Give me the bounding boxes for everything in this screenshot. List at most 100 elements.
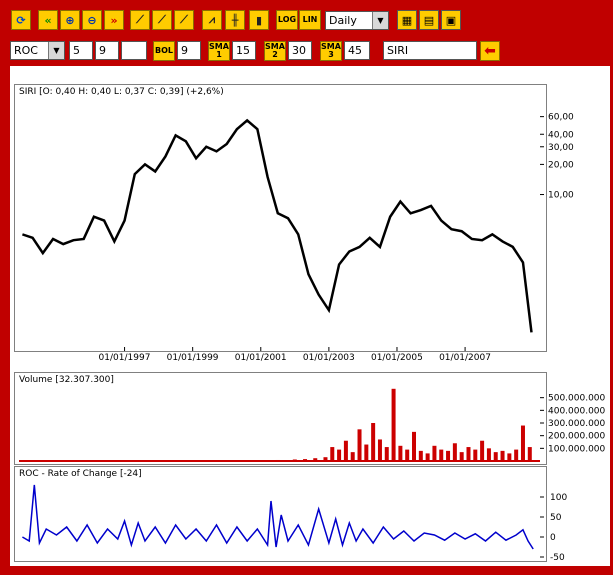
sma-2-period-field[interactable]: 30: [288, 41, 312, 60]
volume-bar: [343, 440, 348, 461]
indicator-select[interactable]: ROC ▼: [10, 41, 65, 60]
roc-series-line: [22, 484, 534, 550]
bar-chart-icon[interactable]: ╫: [225, 10, 245, 30]
layout-icon[interactable]: ▣: [441, 10, 461, 30]
line-chart-icon[interactable]: ⩘: [202, 10, 222, 30]
period-select[interactable]: Daily ▼: [325, 11, 389, 30]
zoom-in-icon[interactable]: ⊕: [60, 10, 80, 30]
volume-bar: [412, 431, 417, 461]
bollinger-button[interactable]: BOL: [153, 41, 175, 61]
main-toolbar: ⟳ « ⊕ ⊖ » ⟋ ⟋ ⟋ ⩘ ╫ ▮ LOG LIN Daily ▼ ▦ …: [0, 0, 613, 36]
volume-bar: [480, 440, 485, 461]
volume-bar: [364, 444, 369, 461]
price-title: SIRI [O: 0,40 H: 0,40 L: 0,37 C: 0,39] (…: [19, 87, 224, 97]
list-icon[interactable]: ▤: [419, 10, 439, 30]
line-draw-icon[interactable]: ⟋: [174, 10, 194, 30]
indicator-param-1[interactable]: 5: [69, 41, 93, 60]
trendline-icon[interactable]: ⟋: [130, 10, 150, 30]
fan-lines-icon[interactable]: ⟋: [152, 10, 172, 30]
volume-chart: 500.000.000 400.000.000 300.000.000 200.000…: [19, 388, 606, 462]
y-tick-label: 200.000.000: [548, 432, 606, 442]
volume-bar: [507, 453, 512, 461]
roc-panel: 100 50 0 -50 ROC - Rate of Change [-24]: [14, 466, 567, 563]
y-tick-label: 500.000.000: [548, 394, 606, 404]
sma-3-button[interactable]: SMA 3: [320, 41, 342, 61]
x-tick-label: 01/01/2007: [439, 353, 491, 363]
y-tick-label: -50: [550, 553, 565, 563]
scroll-left-icon[interactable]: «: [38, 10, 58, 30]
sma-2-number: 2: [272, 50, 278, 59]
symbol-input[interactable]: SIRI: [383, 41, 477, 60]
y-tick-label: 0: [550, 533, 556, 543]
volume-bar: [391, 388, 396, 461]
go-arrow-icon[interactable]: ⬅: [480, 41, 500, 61]
roc-chart: 100 50 0 -50: [22, 484, 567, 563]
indicator-param-3[interactable]: [121, 41, 147, 60]
volume-bar: [330, 447, 335, 461]
volume-bar: [432, 445, 437, 461]
volume-bar: [466, 447, 471, 461]
y-tick-label: 50: [550, 513, 562, 523]
volume-bar: [486, 448, 491, 461]
y-tick-label: 300.000.000: [548, 419, 606, 429]
candlestick-icon[interactable]: ▮: [249, 10, 269, 30]
period-value: Daily: [329, 14, 357, 27]
sma-3-number: 3: [328, 50, 334, 59]
y-tick-label: 400.000.000: [548, 406, 606, 416]
refresh-icon[interactable]: ⟳: [11, 10, 31, 30]
x-tick-label: 01/01/2003: [303, 353, 355, 363]
volume-bar: [514, 449, 519, 461]
volume-bar: [500, 450, 505, 461]
volume-bar: [452, 443, 457, 461]
chart-area: 60,00 40,00 30,00 20,00 10,00 01/01/1997 01/01…: [10, 66, 610, 566]
indicator-param-2[interactable]: 9: [95, 41, 119, 60]
volume-bar: [350, 452, 355, 461]
sma-1-period-field[interactable]: 15: [232, 41, 256, 60]
volume-panel: 500.000.000 400.000.000 300.000.000 200.000…: [14, 372, 606, 465]
volume-bar: [384, 447, 389, 461]
x-tick-label: 01/01/1997: [99, 353, 151, 363]
indicator-value: ROC: [14, 44, 38, 57]
volume-bar: [520, 425, 525, 461]
volume-bar: [377, 439, 382, 461]
zoom-out-icon[interactable]: ⊖: [82, 10, 102, 30]
price-series-line: [22, 118, 533, 333]
volume-bar: [371, 423, 376, 461]
sma-2-button[interactable]: SMA 2: [264, 41, 286, 61]
volume-bar: [418, 450, 423, 461]
indicator-toolbar: ROC ▼ 5 9 BOL 9 SMA 1 15 SMA 2 30 SMA 3 …: [0, 36, 613, 64]
y-tick-label: 100: [550, 493, 567, 503]
volume-bar: [398, 445, 403, 461]
x-tick-label: 01/01/1999: [167, 353, 219, 363]
y-tick-label: 40,00: [548, 130, 574, 140]
y-tick-label: 100.000.000: [548, 444, 606, 454]
volume-bar: [439, 449, 444, 461]
scroll-right-icon[interactable]: »: [104, 10, 124, 30]
volume-bar: [405, 449, 410, 461]
chevron-down-icon: ▼: [372, 12, 388, 29]
sma-1-button[interactable]: SMA 1: [208, 41, 230, 61]
volume-bar: [459, 452, 464, 461]
volume-bar: [337, 449, 342, 461]
volume-bar: [446, 450, 451, 461]
sma-3-period-field[interactable]: 45: [344, 41, 370, 60]
y-tick-label: 30,00: [548, 143, 574, 153]
price-panel: 60,00 40,00 30,00 20,00 10,00 01/01/1997 01/01…: [14, 84, 574, 363]
volume-bar: [527, 447, 532, 461]
log-scale-button[interactable]: LOG: [276, 10, 298, 30]
bollinger-period-field[interactable]: 9: [177, 41, 201, 60]
volume-bar: [357, 429, 362, 461]
y-tick-label: 60,00: [548, 113, 574, 123]
sma-1-number: 1: [216, 50, 222, 59]
x-tick-label: 01/01/2005: [371, 353, 423, 363]
price-chart: 60,00 40,00 30,00 20,00 10,00 01/01/1997 01/01…: [22, 113, 574, 363]
linear-scale-button[interactable]: LIN: [299, 10, 321, 30]
y-tick-label: 20,00: [548, 160, 574, 170]
volume-bar: [493, 452, 498, 461]
roc-title: ROC - Rate of Change [-24]: [19, 469, 142, 479]
volume-title: Volume [32.307.300]: [19, 375, 114, 385]
table-icon[interactable]: ▦: [397, 10, 417, 30]
x-tick-label: 01/01/2001: [235, 353, 287, 363]
volume-bar: [473, 449, 478, 461]
y-tick-label: 10,00: [548, 191, 574, 201]
